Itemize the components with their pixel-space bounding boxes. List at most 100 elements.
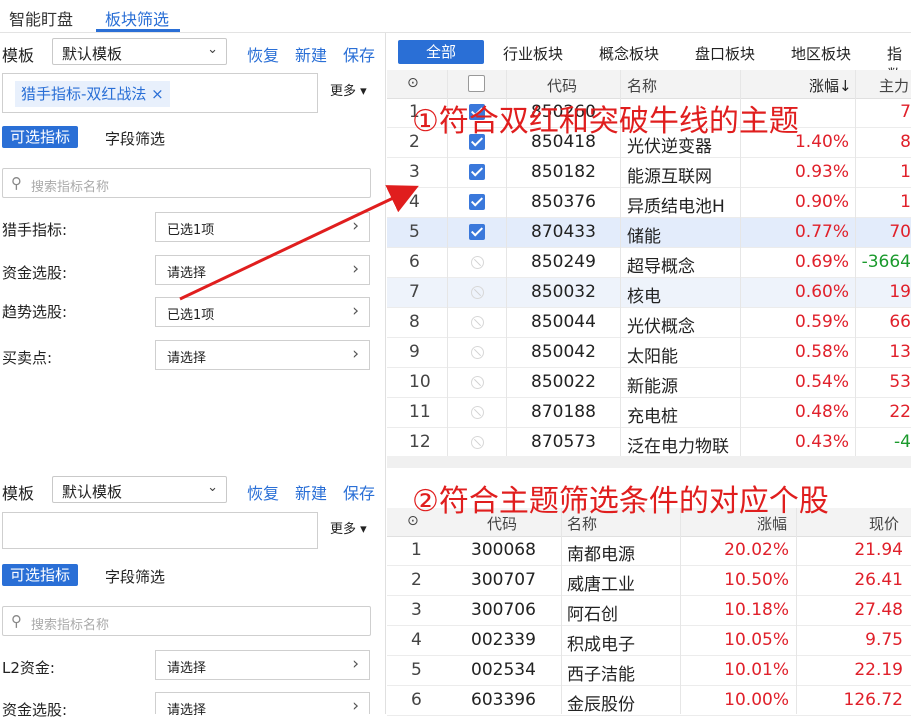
table-row[interactable]: 3 300706 阿石创 10.18% 27.48: [387, 596, 911, 626]
new-button[interactable]: 新建: [295, 42, 327, 66]
row-index: 2: [411, 570, 422, 590]
save-button[interactable]: 保存: [343, 42, 375, 66]
column-main-force[interactable]: 主力: [879, 75, 909, 96]
column-change-sorted[interactable]: 涨幅↓: [809, 75, 852, 96]
cell-name: 超导概念: [627, 257, 695, 277]
chevron-down-icon: ⌄: [207, 480, 218, 495]
restore-button[interactable]: 恢复: [247, 42, 279, 66]
row-checkbox[interactable]: [471, 436, 484, 449]
template-select[interactable]: 默认模板 ⌄: [52, 38, 227, 65]
table-row[interactable]: 7 850032 核电 0.60% 19: [387, 278, 911, 308]
selected-tags-box[interactable]: [2, 512, 318, 549]
table-row[interactable]: 12 870573 泛在电力物联 0.43% -4: [387, 428, 911, 458]
category-tab-industry[interactable]: 行业板块: [503, 43, 563, 64]
chevron-right-icon: ›: [352, 344, 359, 364]
cell-price: 126.72: [843, 690, 903, 710]
more-dropdown[interactable]: 更多 ▾: [330, 80, 367, 99]
filter-select-trend[interactable]: 已选1项 ›: [155, 297, 370, 327]
cell-code: 300706: [471, 600, 536, 620]
settings-icon[interactable]: ⊙: [407, 75, 419, 91]
table-row[interactable]: 4 850376 异质结电池H 0.90% 1: [387, 188, 911, 218]
row-checkbox[interactable]: [469, 194, 485, 210]
filter-select-fund[interactable]: 请选择 ›: [155, 692, 370, 718]
category-tab-region[interactable]: 地区板块: [791, 43, 851, 64]
template-select[interactable]: 默认模板 ⌄: [52, 476, 227, 503]
table-row[interactable]: 10 850022 新能源 0.54% 53: [387, 368, 911, 398]
cell-code: 850182: [531, 162, 596, 182]
cell-change: 0.69%: [794, 252, 849, 272]
row-checkbox[interactable]: [471, 376, 484, 389]
table-row[interactable]: 3 850182 能源互联网 0.93% 1: [387, 158, 911, 188]
filter-select-l2-fund[interactable]: 请选择 ›: [155, 650, 370, 680]
tab-field-filter[interactable]: 字段筛选: [105, 128, 165, 149]
table-row[interactable]: 11 870188 充电桩 0.48% 22: [387, 398, 911, 428]
cell-name: 西子洁能: [567, 665, 635, 685]
cell-main-force: 7: [900, 102, 911, 122]
template-label: 模板: [2, 46, 35, 65]
column-price[interactable]: 现价: [869, 513, 899, 534]
cell-main-force: 1: [900, 192, 911, 212]
chevron-down-icon: ⌄: [207, 42, 218, 57]
table-row[interactable]: 8 850044 光伏概念 0.59% 66: [387, 308, 911, 338]
select-all-checkbox[interactable]: [468, 75, 485, 92]
filter-value: 已选1项: [167, 223, 215, 238]
tab-optional-indicators[interactable]: 可选指标: [2, 126, 79, 148]
selected-tags-box[interactable]: 猎手指标-双红战法 ×: [2, 73, 318, 113]
filter-select-fund[interactable]: 请选择 ›: [155, 255, 370, 285]
table-row[interactable]: 2 300707 威唐工业 10.50% 26.41: [387, 566, 911, 596]
row-checkbox[interactable]: [471, 316, 484, 329]
tab-smart-monitor[interactable]: 智能盯盘: [9, 6, 73, 30]
cell-main-force: 70: [889, 222, 911, 242]
indicator-search-input[interactable]: ⚲ 搜索指标名称: [2, 606, 371, 636]
column-name[interactable]: 名称: [627, 75, 657, 96]
table-row[interactable]: 1 300068 南都电源 20.02% 21.94: [387, 536, 911, 566]
row-checkbox[interactable]: [469, 224, 485, 240]
category-tab-board[interactable]: 盘口板块: [695, 43, 755, 64]
row-checkbox[interactable]: [471, 406, 484, 419]
cell-name: 泛在电力物联: [627, 437, 729, 457]
category-tab-all[interactable]: 全部: [398, 40, 484, 64]
row-checkbox[interactable]: [469, 164, 485, 180]
cell-change: 10.18%: [724, 600, 789, 620]
filter-label-trend: 趋势选股:: [2, 303, 68, 321]
category-tab-concept[interactable]: 概念板块: [599, 43, 659, 64]
column-code[interactable]: 代码: [547, 75, 577, 96]
search-placeholder: 搜索指标名称: [31, 618, 110, 633]
restore-button[interactable]: 恢复: [247, 480, 279, 504]
table-row[interactable]: 6 603396 金辰股份 10.00% 126.72: [387, 686, 911, 716]
tab-sector-filter[interactable]: 板块筛选: [105, 6, 169, 30]
selected-indicator-tag[interactable]: 猎手指标-双红战法 ×: [15, 81, 170, 107]
row-index: 1: [411, 540, 422, 560]
tab-optional-indicators[interactable]: 可选指标: [2, 564, 79, 586]
table-row[interactable]: 4 002339 积成电子 10.05% 9.75: [387, 626, 911, 656]
template-select-value: 默认模板: [62, 45, 123, 63]
save-button[interactable]: 保存: [343, 480, 375, 504]
row-checkbox[interactable]: [471, 256, 484, 269]
row-checkbox[interactable]: [471, 346, 484, 359]
row-index: 12: [409, 432, 431, 452]
table-row[interactable]: 6 850249 超导概念 0.69% -3664: [387, 248, 911, 278]
cell-code: 870433: [531, 222, 596, 242]
cell-name: 异质结电池H: [627, 197, 725, 217]
cell-name: 新能源: [627, 377, 678, 397]
cell-name: 威唐工业: [567, 575, 635, 595]
cell-code: 002534: [471, 660, 536, 680]
table-row[interactable]: 9 850042 太阳能 0.58% 13: [387, 338, 911, 368]
new-button[interactable]: 新建: [295, 480, 327, 504]
filter-select-hunter[interactable]: 已选1项 ›: [155, 212, 370, 242]
filter-value: 请选择: [167, 661, 207, 676]
row-index: 10: [409, 372, 431, 392]
more-dropdown[interactable]: 更多 ▾: [330, 518, 367, 537]
filter-select-trade-point[interactable]: 请选择 ›: [155, 340, 370, 370]
table-row[interactable]: 5 002534 西子洁能 10.01% 22.19: [387, 656, 911, 686]
cell-main-force: -4: [894, 432, 911, 452]
column-divider: [680, 508, 681, 714]
template-select-value: 默认模板: [62, 483, 123, 501]
cell-price: 9.75: [865, 630, 903, 650]
row-checkbox[interactable]: [471, 286, 484, 299]
indicator-search-input[interactable]: ⚲ 搜索指标名称: [2, 168, 371, 198]
tab-field-filter[interactable]: 字段筛选: [105, 566, 165, 587]
table-row[interactable]: 5 870433 储能 0.77% 70: [387, 218, 911, 248]
table-splitter[interactable]: [387, 456, 911, 468]
cell-code: 850022: [531, 372, 596, 392]
